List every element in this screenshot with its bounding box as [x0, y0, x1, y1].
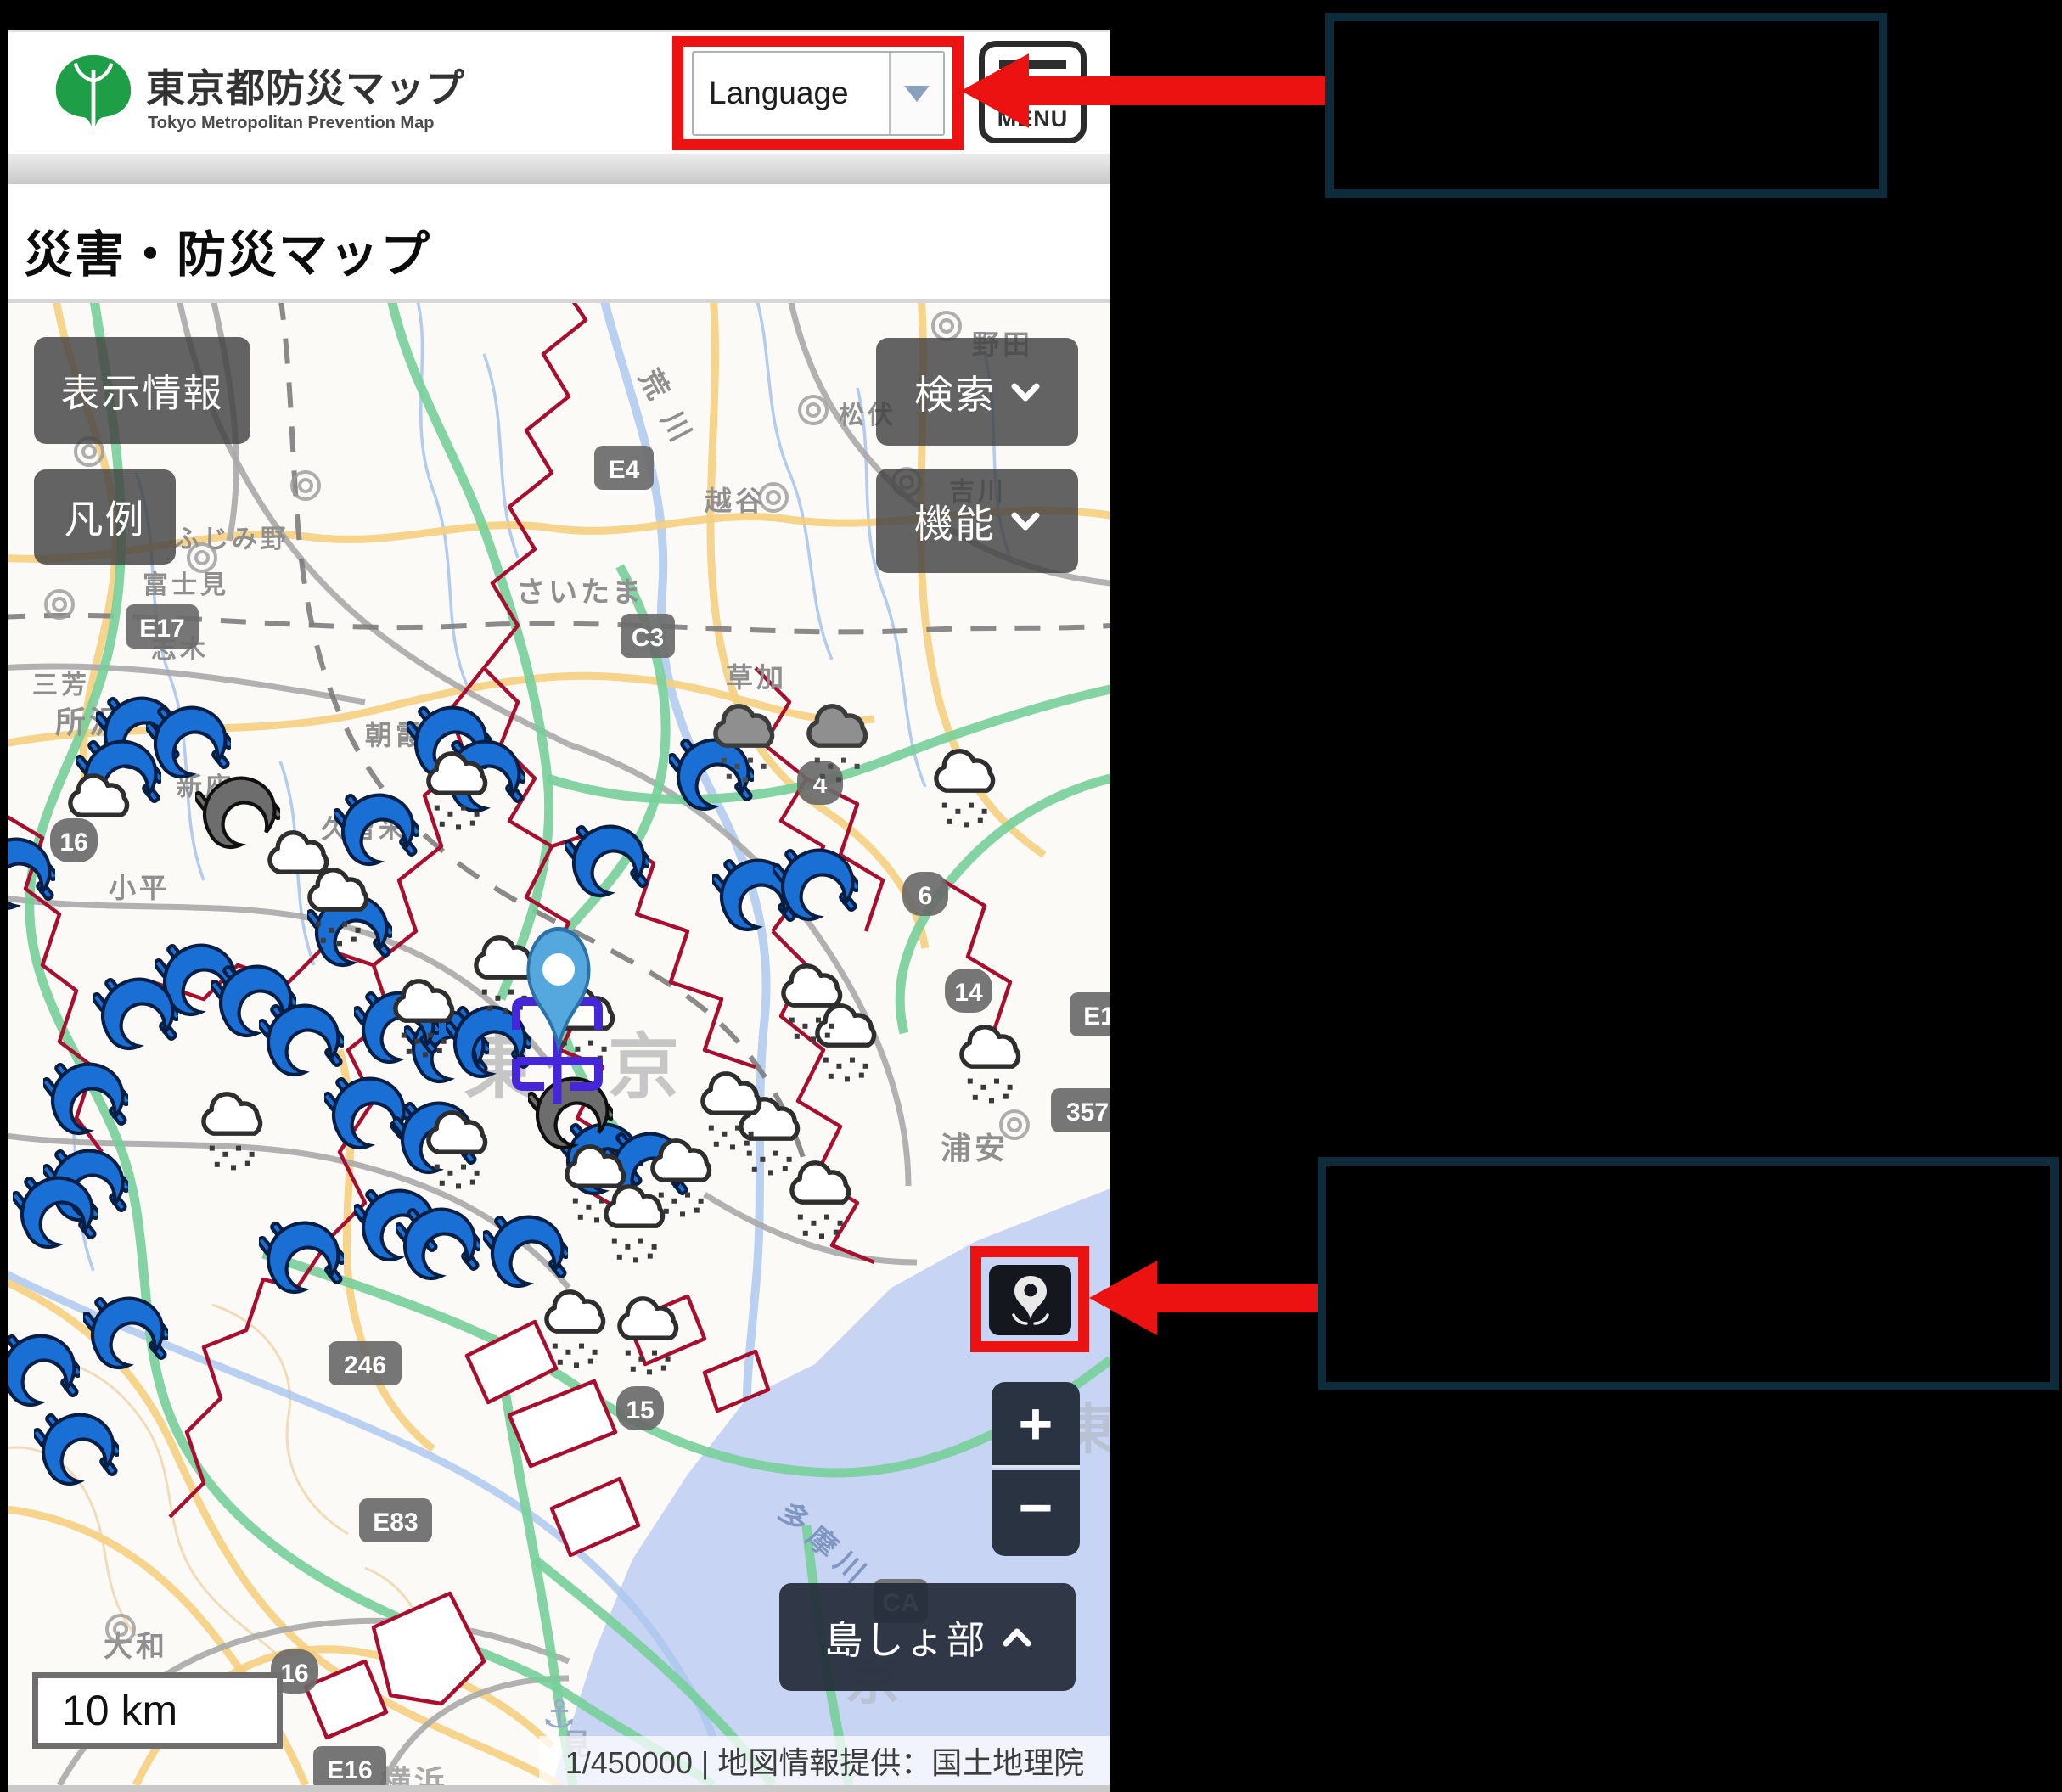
locate-highlight-box [970, 1246, 1089, 1352]
display-info-button[interactable]: 表示情報 [34, 337, 250, 444]
app-subtitle: Tokyo Metropolitan Prevention Map [148, 114, 434, 133]
map-scale-bar: 10 km [32, 1672, 283, 1749]
svg-text:大和: 大和 [104, 1631, 168, 1663]
svg-text:E16: E16 [327, 1756, 372, 1784]
display-info-label: 表示情報 [61, 362, 224, 419]
svg-text:横浜: 横浜 [380, 1764, 448, 1785]
legend-label: 凡例 [65, 489, 146, 545]
functions-label: 機能 [914, 493, 996, 549]
svg-text:357: 357 [1066, 1098, 1109, 1126]
zoom-out-button[interactable]: − [992, 1470, 1080, 1556]
header-divider-strip [8, 154, 1110, 184]
page-title: 災害・防災マップ [24, 215, 431, 286]
svg-text:越谷: 越谷 [705, 486, 766, 516]
annotation-arrow-icon [1089, 1261, 1157, 1335]
svg-text:さいたま: さいたま [516, 576, 644, 609]
chevron-up-icon [1003, 1623, 1031, 1652]
map-attribution-text: 1/450000 | 地図情報提供：国土地理院 [565, 1739, 1085, 1783]
annotation-note-box-language [1325, 13, 1887, 198]
app-title: 東京都防災マップ [146, 58, 465, 114]
map-viewport[interactable]: 所沢三芳ふじみ野富士見さいたま志木朝霞新座久留米小平越谷草加野田松伏吉川荒川浦安… [8, 303, 1110, 1785]
page-title-area: 災害・防災マップ [8, 184, 1110, 303]
zoom-in-button[interactable]: + [992, 1382, 1080, 1468]
annotation-note-box-locate [1318, 1157, 2059, 1390]
map-scale-label: 10 km [38, 1686, 177, 1735]
chevron-down-icon [1011, 507, 1040, 536]
svg-text:京: 京 [608, 1027, 683, 1107]
svg-text:小平: 小平 [109, 873, 170, 903]
islands-label: 島しょ部 [824, 1609, 987, 1666]
annotation-arrow-shaft [1154, 1284, 1318, 1312]
svg-text:E4: E4 [609, 456, 640, 484]
annotation-arrow-shaft [1025, 76, 1325, 105]
islands-panel-button[interactable]: 島しょ部 [779, 1583, 1076, 1691]
search-button[interactable]: 検索 [876, 338, 1078, 446]
svg-text:⚓: ⚓ [542, 1692, 580, 1736]
svg-text:14: 14 [954, 979, 983, 1007]
functions-button[interactable]: 機能 [876, 469, 1078, 573]
svg-text:16: 16 [59, 829, 87, 857]
svg-text:E14: E14 [1083, 1003, 1110, 1031]
svg-text:三芳: 三芳 [32, 671, 90, 699]
svg-text:246: 246 [344, 1351, 386, 1379]
svg-text:浦安: 浦安 [941, 1131, 1009, 1166]
svg-text:草加: 草加 [726, 662, 787, 693]
zoom-controls: + − [992, 1382, 1080, 1557]
language-highlight-box [672, 36, 964, 150]
legend-button[interactable]: 凡例 [34, 469, 176, 565]
svg-text:E83: E83 [373, 1508, 418, 1536]
annotated-screenshot-canvas: 東京都防災マップ Tokyo Metropolitan Prevention M… [0, 0, 2062, 1792]
svg-text:E17: E17 [139, 615, 184, 643]
search-label: 検索 [914, 364, 996, 420]
svg-text:16: 16 [280, 1660, 308, 1688]
screenshot-bottom-strip [8, 1785, 1110, 1792]
svg-text:15: 15 [626, 1396, 654, 1424]
tokyo-metropolitan-logo-icon [53, 46, 134, 143]
svg-text:富士見: 富士見 [143, 570, 229, 599]
chevron-down-icon [1011, 378, 1040, 407]
annotation-arrow-icon [961, 53, 1029, 128]
app-screenshot: 東京都防災マップ Tokyo Metropolitan Prevention M… [8, 30, 1110, 1792]
map-attribution: 1/450000 | 地図情報提供：国土地理院 [539, 1736, 1110, 1785]
svg-text:C3: C3 [632, 624, 664, 652]
svg-text:6: 6 [919, 882, 933, 910]
